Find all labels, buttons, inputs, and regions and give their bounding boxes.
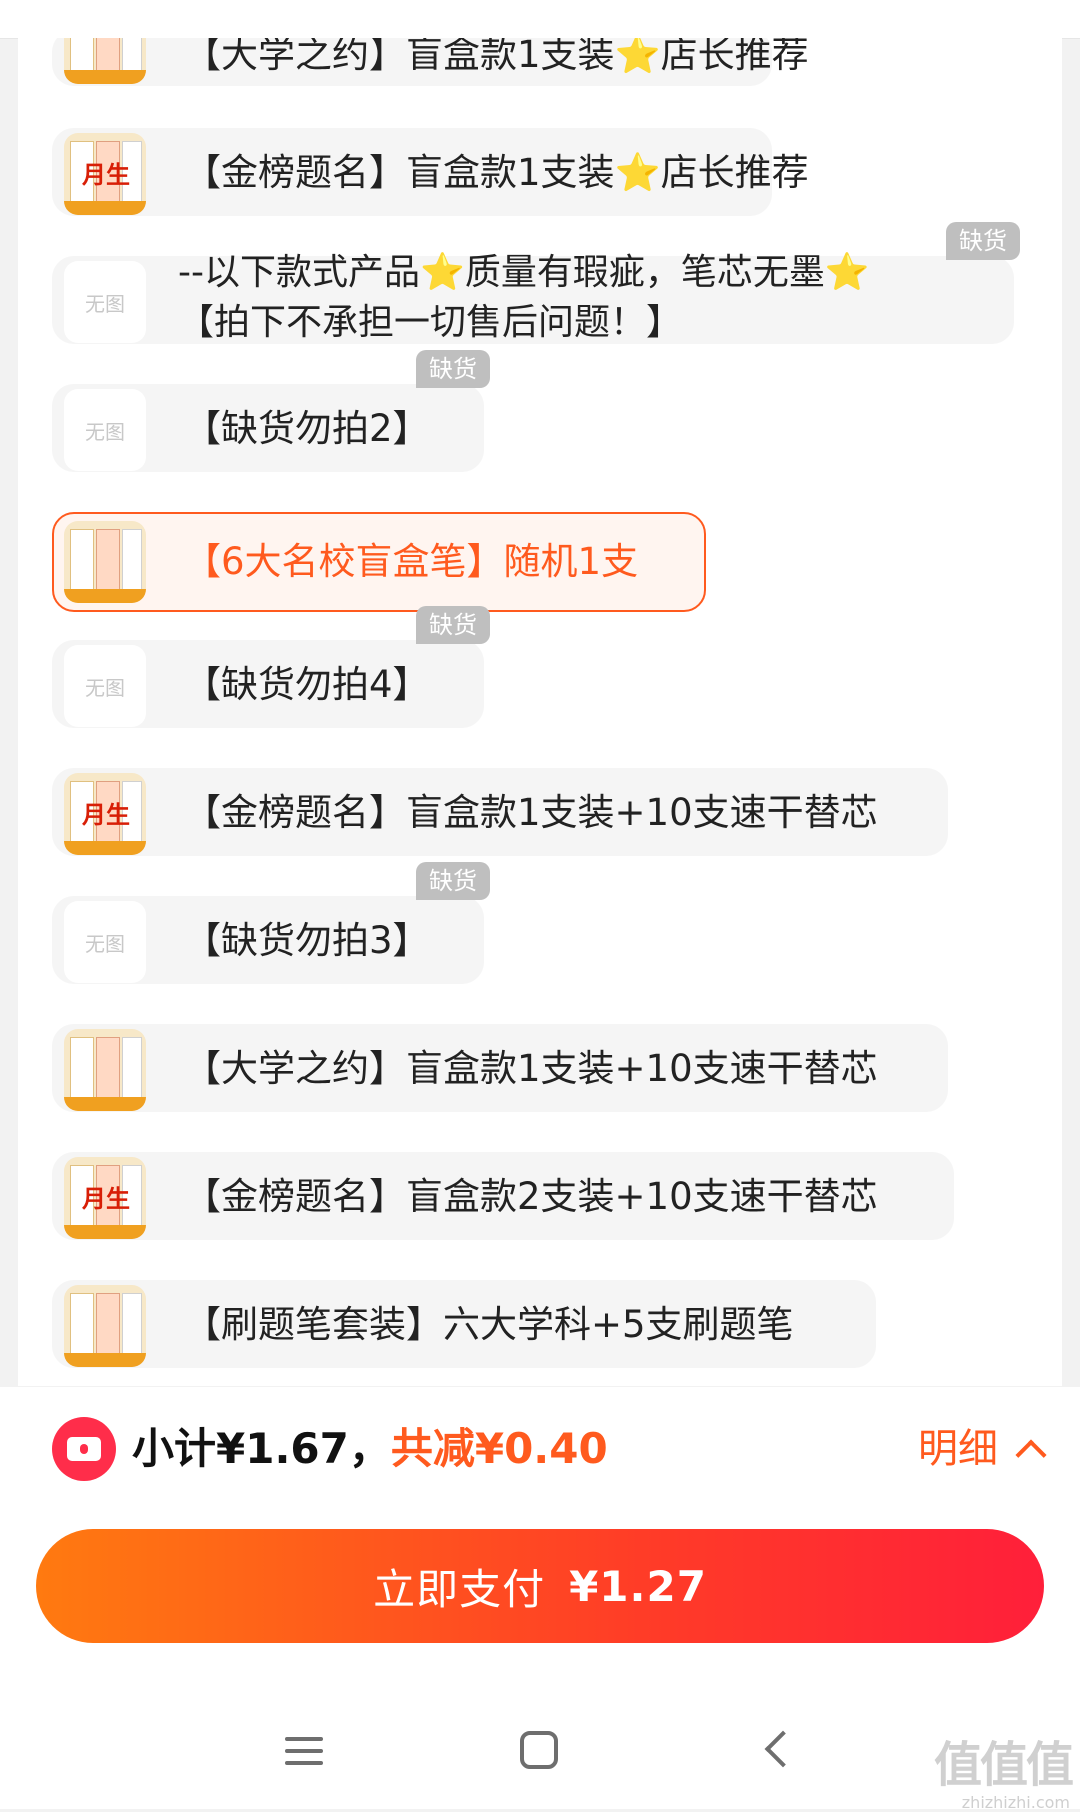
sku-option[interactable]: 无图 【缺货勿拍3】 缺货 — [52, 862, 490, 984]
pay-now-button[interactable]: 立即支付 ¥1.27 — [36, 1529, 1044, 1643]
sku-option[interactable]: 【刷题笔套装】六大学科+5支刷题笔 — [52, 1280, 876, 1368]
detail-label: 明细 — [918, 1426, 998, 1472]
sold-out-badge: 缺货 — [416, 350, 490, 388]
status-strip — [0, 0, 1080, 39]
sku-label: --以下款式产品⭐质量有瑕疵，笔芯无墨⭐ 【拍下不承担一切售后问题！】 — [178, 252, 870, 343]
product-thumbnail: 月生 — [64, 133, 146, 215]
recent-apps-icon[interactable] — [285, 1731, 325, 1771]
no-image-placeholder: 无图 — [64, 389, 146, 471]
sku-option[interactable]: 【大学之约】盲盒款1支装⭐店长推荐 — [52, 38, 809, 86]
chevron-up-icon — [1015, 1439, 1047, 1471]
discount-text: 共减¥0.40 — [390, 1424, 608, 1473]
sold-out-badge: 缺货 — [946, 222, 1020, 260]
sku-option-selected[interactable]: 【6大名校盲盒笔】随机1支 — [52, 512, 706, 612]
product-thumbnail — [64, 1029, 146, 1111]
subtotal-summary: 小计¥1.67，共减¥0.40 — [132, 1419, 608, 1479]
product-thumbnail: 月生 — [64, 773, 146, 855]
checkout-footer: 小计¥1.67，共减¥0.40 明细 立即支付 ¥1.27 值值值 zhizhi… — [0, 1387, 1080, 1812]
home-icon — [520, 1731, 558, 1769]
product-thumbnail — [64, 521, 146, 603]
back-icon[interactable] — [760, 1731, 800, 1771]
sku-label: 【大学之约】盲盒款1支装⭐店长推荐 — [184, 38, 809, 76]
product-thumbnail — [64, 38, 146, 84]
coupon-icon — [52, 1417, 116, 1481]
sku-sheet: 【大学之约】盲盒款1支装⭐店长推荐 月生 【金榜题名】盲盒款1支装⭐店长推荐 无… — [18, 38, 1062, 1386]
sku-option[interactable]: 【大学之约】盲盒款1支装+10支速干替芯 — [52, 1024, 948, 1112]
sku-label: 【金榜题名】盲盒款1支装+10支速干替芯 — [184, 791, 878, 834]
no-image-placeholder: 无图 — [64, 901, 146, 983]
product-thumbnail — [64, 1285, 146, 1367]
sold-out-badge: 缺货 — [416, 606, 490, 644]
pay-label: 立即支付 — [373, 1564, 546, 1614]
product-thumbnail: 月生 — [64, 1157, 146, 1239]
no-image-placeholder: 无图 — [64, 261, 146, 343]
sku-option[interactable]: 月生 【金榜题名】盲盒款1支装⭐店长推荐 — [52, 128, 809, 216]
sku-label: 【刷题笔套装】六大学科+5支刷题笔 — [184, 1303, 794, 1346]
sku-option[interactable]: 无图 --以下款式产品⭐质量有瑕疵，笔芯无墨⭐ 【拍下不承担一切售后问题！】 缺… — [52, 222, 1020, 344]
sku-label: 【金榜题名】盲盒款2支装+10支速干替芯 — [184, 1175, 878, 1218]
sku-option[interactable]: 月生 【金榜题名】盲盒款1支装+10支速干替芯 — [52, 768, 948, 856]
sku-label: 【缺货勿拍2】 — [184, 407, 430, 450]
sku-label: 【缺货勿拍3】 — [184, 919, 430, 962]
system-navigation-bar: 值值值 zhizhizhi.com — [0, 1697, 1080, 1812]
home-button[interactable] — [520, 1731, 560, 1771]
no-image-placeholder: 无图 — [64, 645, 146, 727]
watermark-logo: 值值值 — [933, 1737, 1074, 1793]
sku-label: 【大学之约】盲盒款1支装+10支速干替芯 — [184, 1047, 878, 1090]
sku-label: 【金榜题名】盲盒款1支装⭐店长推荐 — [184, 151, 809, 194]
sku-option[interactable]: 月生 【金榜题名】盲盒款2支装+10支速干替芯 — [52, 1152, 954, 1240]
subtotal-text: 小计¥1.67， — [132, 1424, 391, 1473]
sold-out-badge: 缺货 — [416, 862, 490, 900]
pay-amount: ¥1.27 — [569, 1561, 707, 1611]
sku-option[interactable]: 无图 【缺货勿拍2】 缺货 — [52, 350, 490, 472]
sku-option[interactable]: 无图 【缺货勿拍4】 缺货 — [52, 606, 490, 728]
price-detail-toggle[interactable]: 明细 — [918, 1419, 1047, 1479]
watermark-url: zhizhizhi.com — [961, 1793, 1070, 1812]
sku-label: 【缺货勿拍4】 — [184, 663, 430, 706]
sku-label: 【6大名校盲盒笔】随机1支 — [184, 540, 639, 583]
sku-list: 【大学之约】盲盒款1支装⭐店长推荐 月生 【金榜题名】盲盒款1支装⭐店长推荐 无… — [18, 38, 1062, 1386]
